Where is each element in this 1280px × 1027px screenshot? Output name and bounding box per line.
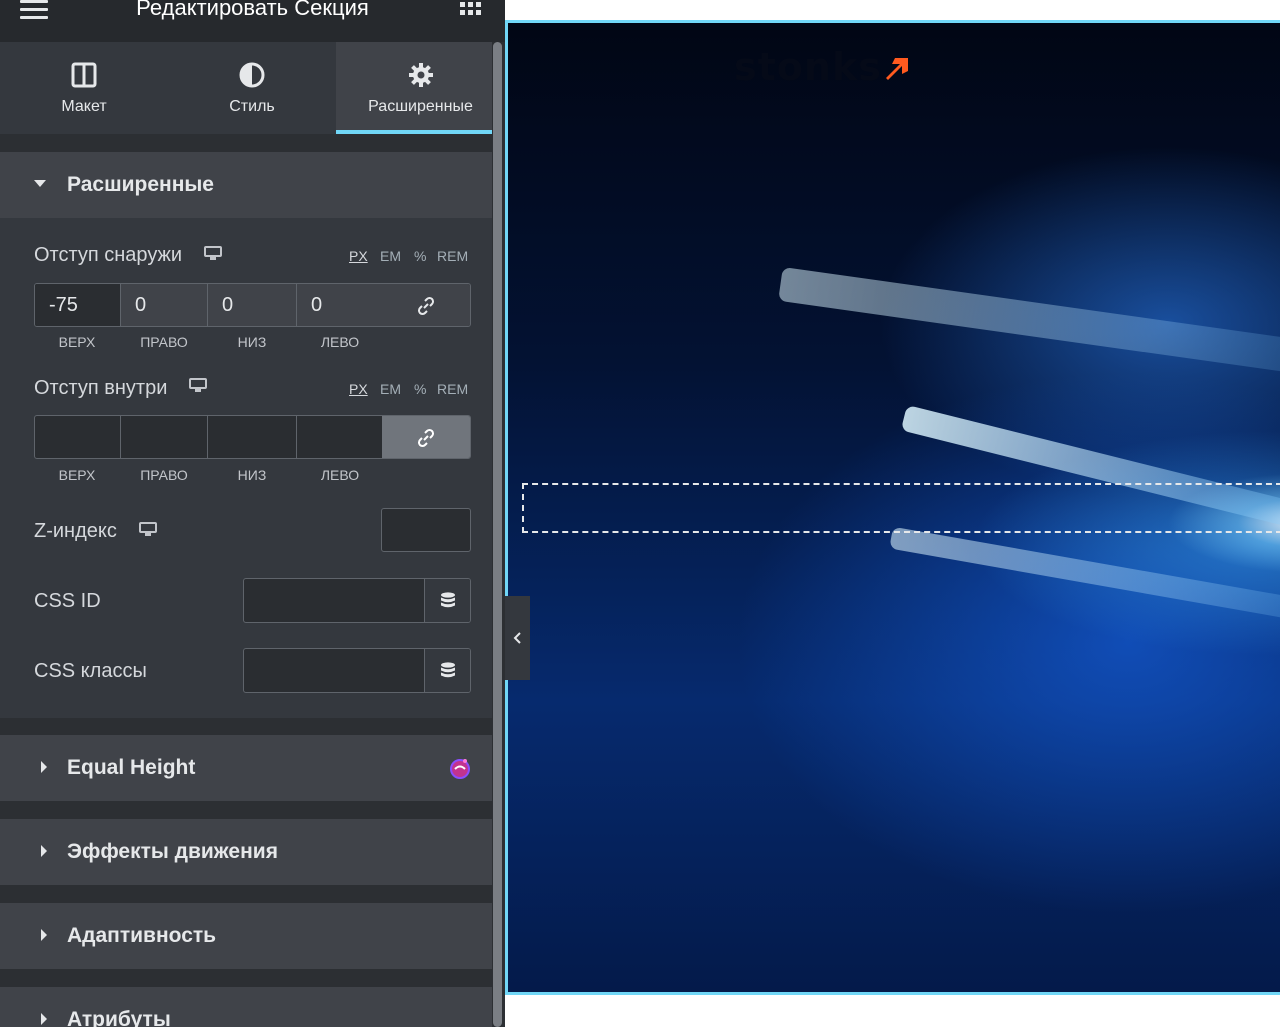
headlight-beam bbox=[778, 266, 1280, 374]
tab-advanced-label: Расширенные bbox=[368, 98, 473, 115]
panel-title: Редактировать Секция bbox=[136, 0, 369, 20]
unit-px[interactable]: PX bbox=[349, 248, 368, 264]
side-label-right: ПРАВО bbox=[140, 467, 188, 483]
widgets-grid-icon[interactable] bbox=[460, 0, 482, 19]
divider bbox=[0, 718, 492, 735]
z-index-input[interactable] bbox=[381, 508, 471, 552]
css-id-label: CSS ID bbox=[34, 590, 101, 612]
section-attributes-header[interactable]: Атрибуты bbox=[0, 987, 492, 1027]
dynamic-tags-button[interactable] bbox=[424, 579, 470, 622]
section-responsive-header[interactable]: Адаптивность bbox=[0, 903, 492, 969]
margin-left-input[interactable]: 0 bbox=[297, 284, 384, 326]
selected-section[interactable]: stonks bbox=[505, 20, 1280, 995]
unit-rem[interactable]: REM bbox=[437, 248, 468, 264]
side-label-top: ВЕРХ bbox=[58, 334, 96, 350]
side-label-right: ПРАВО bbox=[140, 334, 188, 350]
tab-style-label: Стиль bbox=[229, 98, 275, 115]
unit-percent[interactable]: % bbox=[414, 381, 426, 397]
panel-tabs: Макет Стиль Расширенные bbox=[0, 42, 505, 134]
half-circle-icon bbox=[239, 62, 265, 88]
divider bbox=[0, 801, 492, 819]
unit-rem[interactable]: REM bbox=[437, 381, 468, 397]
link-icon bbox=[417, 296, 435, 316]
desktop-icon[interactable] bbox=[204, 246, 222, 260]
padding-left-input[interactable] bbox=[297, 416, 384, 458]
desktop-icon[interactable] bbox=[189, 378, 207, 392]
headlight-beam bbox=[889, 526, 1280, 622]
padding-side-labels: ВЕРХ ПРАВО НИЗ ЛЕВО bbox=[34, 467, 471, 483]
padding-units: PX EM % REM bbox=[340, 381, 472, 401]
arrow-up-right-icon bbox=[886, 58, 908, 80]
side-label-bottom: НИЗ bbox=[237, 467, 267, 483]
padding-inputs bbox=[34, 415, 471, 459]
unit-em[interactable]: EM bbox=[380, 248, 401, 264]
css-classes-input[interactable] bbox=[243, 648, 471, 693]
z-index-label: Z-индекс bbox=[34, 520, 117, 542]
drop-zone[interactable] bbox=[522, 483, 1280, 533]
database-icon bbox=[441, 592, 455, 608]
margin-side-labels: ВЕРХ ПРАВО НИЗ ЛЕВО bbox=[34, 334, 471, 350]
side-label-bottom: НИЗ bbox=[237, 334, 267, 350]
section-motion-effects-title: Эффекты движения bbox=[67, 840, 278, 863]
caret-right-icon bbox=[41, 761, 47, 773]
margin-units: PX EM % REM bbox=[340, 248, 472, 268]
margin-link-button[interactable] bbox=[382, 284, 470, 326]
caret-down-icon bbox=[34, 180, 46, 187]
dynamic-tags-button[interactable] bbox=[424, 649, 470, 692]
tab-layout-label: Макет bbox=[61, 98, 107, 115]
caret-right-icon bbox=[41, 1013, 47, 1025]
unit-percent[interactable]: % bbox=[414, 248, 426, 264]
tab-advanced[interactable]: Расширенные bbox=[336, 42, 505, 134]
pro-badge-icon bbox=[450, 759, 470, 779]
css-id-input[interactable] bbox=[243, 578, 471, 623]
caret-right-icon bbox=[41, 845, 47, 857]
padding-link-button[interactable] bbox=[382, 416, 470, 458]
desktop-icon[interactable] bbox=[139, 522, 157, 536]
panel-header: Редактировать Секция bbox=[0, 0, 505, 42]
divider bbox=[0, 134, 505, 152]
logo-text: stonks bbox=[734, 45, 882, 89]
editor-panel: Редактировать Секция Макет Стиль Расшире… bbox=[0, 0, 505, 1027]
section-attributes-title: Атрибуты bbox=[67, 1008, 171, 1027]
padding-bottom-input[interactable] bbox=[208, 416, 297, 458]
gear-icon bbox=[408, 63, 433, 87]
section-motion-effects-header[interactable]: Эффекты движения bbox=[0, 819, 492, 885]
padding-right-input[interactable] bbox=[121, 416, 208, 458]
divider bbox=[0, 969, 492, 987]
columns-icon bbox=[71, 62, 97, 88]
side-label-left: ЛЕВО bbox=[320, 334, 360, 350]
margin-bottom-input[interactable]: 0 bbox=[208, 284, 297, 326]
section-equal-height-title: Equal Height bbox=[67, 756, 196, 779]
css-classes-label: CSS классы bbox=[34, 660, 147, 682]
database-icon bbox=[441, 662, 455, 678]
link-icon bbox=[417, 428, 435, 448]
section-advanced-title: Расширенные bbox=[67, 173, 214, 196]
caret-right-icon bbox=[41, 929, 47, 941]
unit-em[interactable]: EM bbox=[380, 381, 401, 397]
section-equal-height-header[interactable]: Equal Height bbox=[0, 735, 492, 801]
padding-top-input[interactable] bbox=[35, 416, 121, 458]
panel-scrollbar-thumb[interactable] bbox=[493, 42, 502, 1027]
margin-right-input[interactable]: 0 bbox=[121, 284, 208, 326]
margin-top-input[interactable]: -75 bbox=[35, 284, 121, 326]
divider bbox=[0, 885, 492, 903]
padding-label: Отступ внутри bbox=[34, 377, 168, 399]
section-responsive-title: Адаптивность bbox=[67, 924, 217, 947]
margin-label: Отступ снаружи bbox=[34, 244, 183, 266]
side-label-top: ВЕРХ bbox=[58, 467, 96, 483]
tab-layout[interactable]: Макет bbox=[0, 42, 168, 134]
side-label-left: ЛЕВО bbox=[320, 467, 360, 483]
unit-px[interactable]: PX bbox=[349, 381, 368, 397]
chevron-left-icon bbox=[513, 632, 521, 644]
collapse-panel-button[interactable] bbox=[505, 596, 530, 680]
margin-inputs: -75 0 0 0 bbox=[34, 283, 471, 327]
tab-style[interactable]: Стиль bbox=[168, 42, 336, 134]
section-advanced-header[interactable]: Расширенные bbox=[0, 152, 492, 218]
